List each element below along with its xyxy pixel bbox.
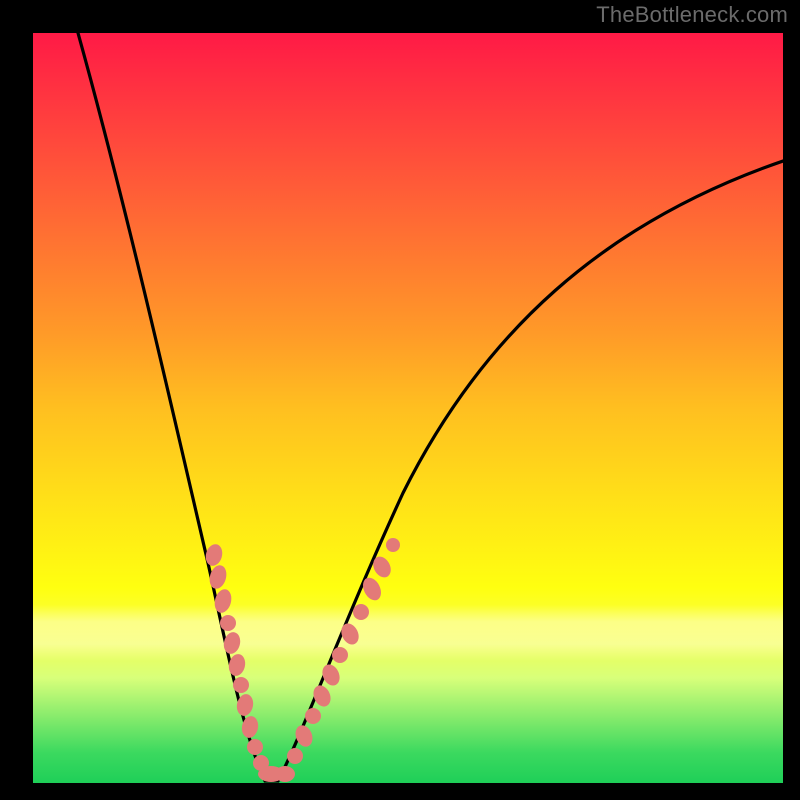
data-points-right — [287, 538, 400, 764]
chart-frame: TheBottleneck.com — [0, 0, 800, 800]
data-points-left — [203, 542, 263, 755]
watermark-text: TheBottleneck.com — [596, 2, 788, 28]
bottleneck-curve — [78, 33, 783, 781]
chart-svg — [33, 33, 783, 783]
